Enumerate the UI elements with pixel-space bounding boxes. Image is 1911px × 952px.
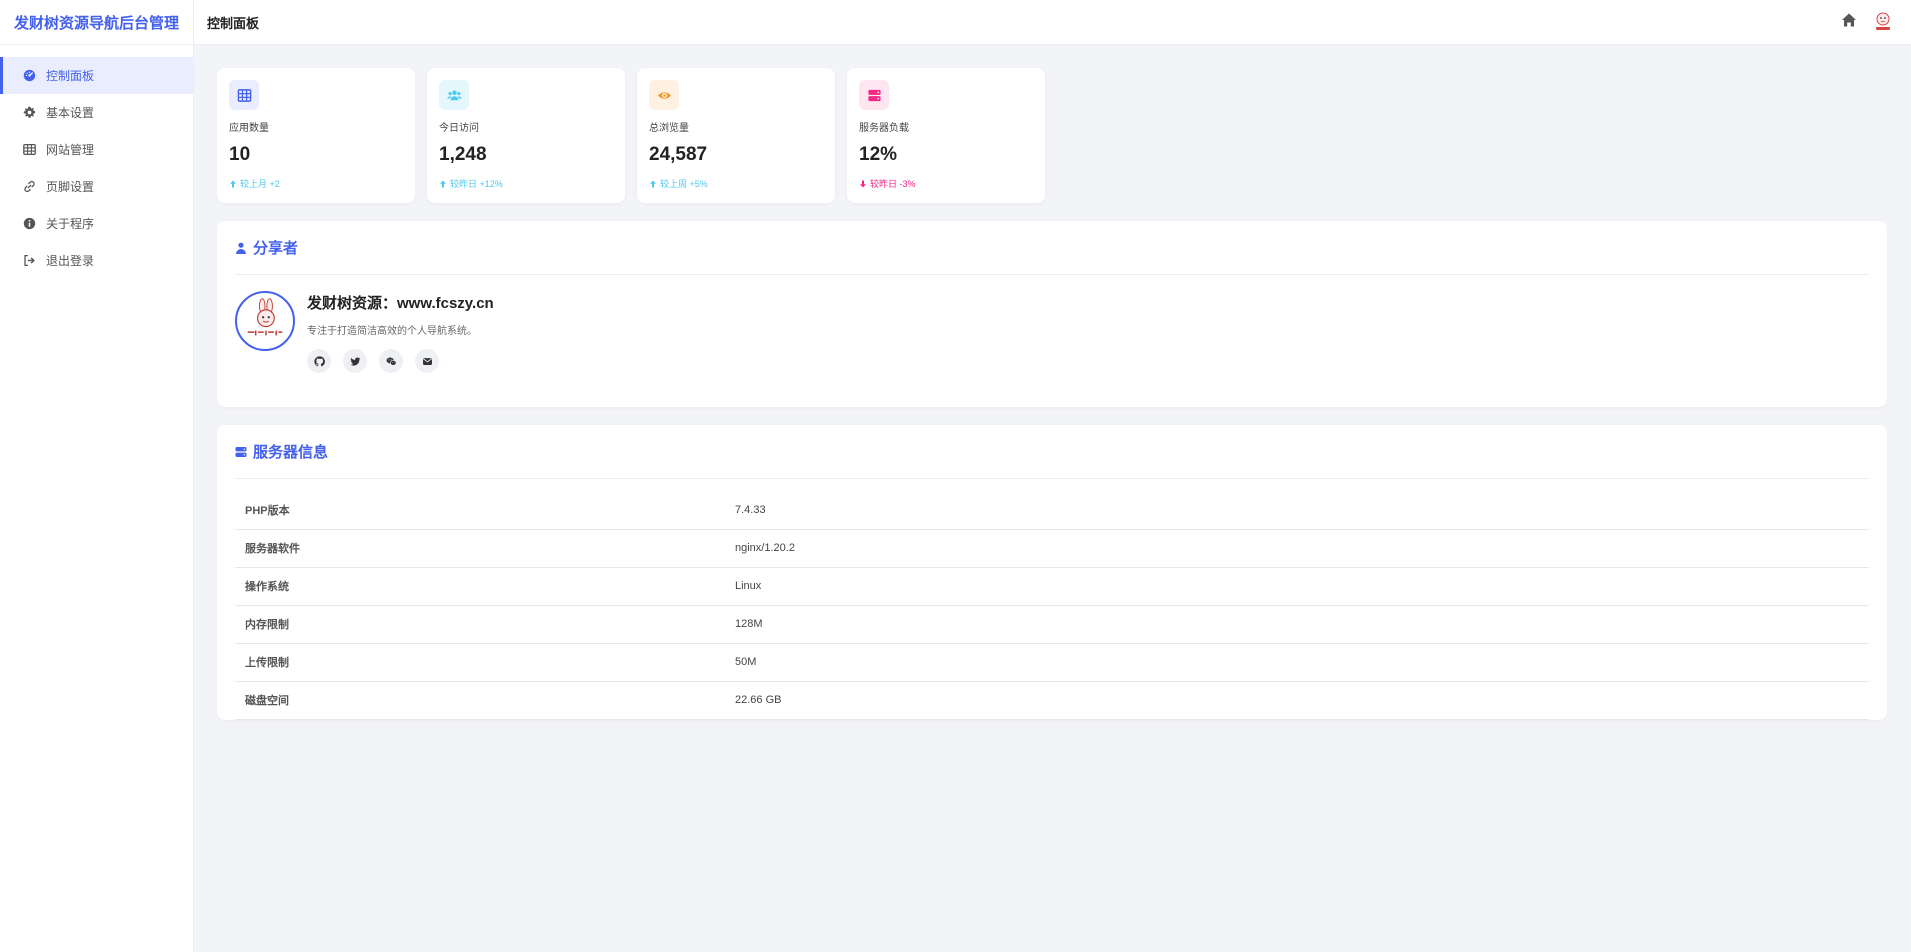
topbar-actions: [1841, 10, 1895, 34]
sidebar-item-settings[interactable]: 基本设置: [0, 94, 193, 131]
table-row: 上传限制 50M: [235, 643, 1869, 682]
users-icon: [439, 80, 469, 110]
arrow-down-icon: [860, 180, 866, 187]
panel-heading: 分享者: [235, 221, 1869, 275]
stat-label: 服务器负载: [859, 123, 909, 134]
stat-change-text: 较昨日 +12%: [450, 179, 503, 189]
gear-icon: [22, 106, 36, 120]
info-key: 上传限制: [235, 643, 725, 682]
info-value: nginx/1.20.2: [725, 529, 1869, 568]
sharer-logo: [246, 298, 284, 336]
sidebar-item-about[interactable]: 关于程序: [0, 205, 193, 242]
arrow-up-icon: [650, 180, 656, 187]
stat-change-text: 较上月 +2: [240, 179, 280, 189]
table-row: 内存限制 128M: [235, 605, 1869, 644]
avatar[interactable]: [1871, 10, 1895, 34]
sharer-info: 发财树资源：www.fcszy.cn 专注于打造简洁高效的个人导航系统。: [307, 291, 494, 373]
server-icon: [859, 80, 889, 110]
stat-label: 今日访问: [439, 123, 479, 134]
info-value: 50M: [725, 643, 1869, 682]
info-value: Linux: [725, 567, 1869, 606]
info-value: 22.66 GB: [725, 681, 1869, 720]
panel-title: 服务器信息: [253, 444, 329, 461]
home-icon[interactable]: [1841, 12, 1857, 33]
stat-value: 10: [229, 144, 251, 165]
info-key: 内存限制: [235, 605, 725, 644]
arrow-up-icon: [230, 180, 236, 187]
github-icon[interactable]: [307, 349, 331, 373]
main-content: 应用数量 10 较上月 +2 今日访问 1,248 较昨日 +12% 总浏览量: [217, 68, 1887, 737]
mail-icon[interactable]: [415, 349, 439, 373]
stat-change-text: 较上周 +5%: [660, 179, 708, 189]
sharer-panel: 分享者 发财树资源：www.fcszy.cn 专注于打造简洁高效的个人导航系统。: [217, 221, 1887, 407]
server-icon: [235, 446, 247, 457]
dashboard-icon: [22, 69, 36, 83]
sidebar-item-label: 页脚设置: [46, 180, 95, 194]
twitter-icon[interactable]: [343, 349, 367, 373]
table-row: 操作系统 Linux: [235, 567, 1869, 606]
grid-icon: [229, 80, 259, 110]
sidebar-item-footer[interactable]: 页脚设置: [0, 168, 193, 205]
panel-title: 分享者: [253, 240, 299, 257]
topbar: 控制面板: [194, 0, 1911, 45]
stat-value: 12%: [859, 144, 898, 165]
sidebar-item-logout[interactable]: 退出登录: [0, 242, 193, 279]
sidebar: 发财树资源导航后台管理 控制面板 基本设置 网站管理 页脚设置 关于程序 退出登…: [0, 0, 194, 952]
sharer-description: 专注于打造简洁高效的个人导航系统。: [307, 326, 477, 337]
info-key: PHP版本: [235, 491, 725, 530]
stat-card-load: 服务器负载 12% 较昨日 -3%: [847, 68, 1045, 203]
sidebar-item-label: 控制面板: [46, 69, 95, 83]
info-value: 128M: [725, 605, 1869, 644]
stat-change: 较昨日 -3%: [859, 177, 1033, 190]
sidebar-item-sites[interactable]: 网站管理: [0, 131, 193, 168]
stat-card-views: 总浏览量 24,587 较上周 +5%: [637, 68, 835, 203]
info-icon: [22, 217, 36, 231]
stat-change: 较上周 +5%: [649, 177, 823, 190]
wechat-icon[interactable]: [379, 349, 403, 373]
stats-row: 应用数量 10 较上月 +2 今日访问 1,248 较昨日 +12% 总浏览量: [217, 68, 1887, 203]
sharer-profile: 发财树资源：www.fcszy.cn 专注于打造简洁高效的个人导航系统。: [235, 275, 1869, 407]
stat-change: 较昨日 +12%: [439, 177, 613, 190]
social-links: [307, 349, 494, 373]
sidebar-item-dashboard[interactable]: 控制面板: [0, 57, 193, 94]
stat-change-text: 较昨日 -3%: [870, 179, 916, 189]
server-info-table: PHP版本 7.4.33 服务器软件 nginx/1.20.2 操作系统 Lin…: [235, 491, 1869, 720]
server-info-panel: 服务器信息 PHP版本 7.4.33 服务器软件 nginx/1.20.2 操作…: [217, 425, 1887, 720]
sidebar-item-label: 退出登录: [46, 254, 95, 268]
sidebar-item-label: 关于程序: [46, 217, 95, 231]
info-key: 服务器软件: [235, 529, 725, 568]
stat-card-apps: 应用数量 10 较上月 +2: [217, 68, 415, 203]
table-icon: [22, 143, 36, 157]
table-row: 磁盘空间 22.66 GB: [235, 681, 1869, 720]
sidebar-menu: 控制面板 基本设置 网站管理 页脚设置 关于程序 退出登录: [0, 57, 193, 279]
stat-label: 应用数量: [229, 123, 269, 134]
sharer-avatar: [235, 291, 295, 351]
sharer-name: 发财树资源：www.fcszy.cn: [307, 295, 494, 312]
user-icon: [236, 242, 246, 254]
stat-value: 1,248: [439, 144, 487, 165]
eye-icon: [649, 80, 679, 110]
info-key: 操作系统: [235, 567, 725, 606]
info-value: 7.4.33: [725, 491, 1869, 530]
info-key: 磁盘空间: [235, 681, 725, 720]
link-icon: [22, 180, 36, 194]
sidebar-item-label: 网站管理: [46, 143, 95, 157]
table-row: 服务器软件 nginx/1.20.2: [235, 529, 1869, 568]
panel-heading: 服务器信息: [235, 425, 1869, 479]
sidebar-item-label: 基本设置: [46, 106, 95, 120]
stat-label: 总浏览量: [649, 123, 689, 134]
logout-icon: [22, 254, 36, 268]
stat-change: 较上月 +2: [229, 177, 403, 190]
page-title: 控制面板: [207, 15, 260, 31]
arrow-up-icon: [440, 180, 446, 187]
stat-value: 24,587: [649, 144, 708, 165]
table-row: PHP版本 7.4.33: [235, 491, 1869, 530]
stat-card-visits: 今日访问 1,248 较昨日 +12%: [427, 68, 625, 203]
brand-title[interactable]: 发财树资源导航后台管理: [0, 0, 193, 45]
